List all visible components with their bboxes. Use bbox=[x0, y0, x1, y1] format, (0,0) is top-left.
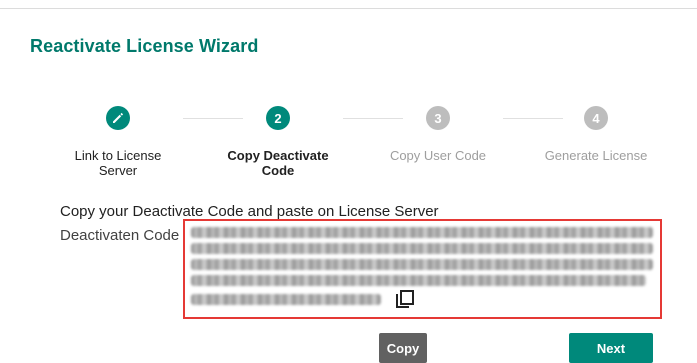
step-connector-2 bbox=[343, 118, 403, 119]
code-line-4 bbox=[191, 275, 646, 286]
step-2-indicator[interactable]: 2 bbox=[266, 106, 290, 130]
step-4-label-line1: Generate License bbox=[544, 148, 648, 163]
step-connector-1 bbox=[183, 118, 243, 119]
step-connector-3 bbox=[503, 118, 563, 119]
step-3-indicator[interactable]: 3 bbox=[426, 106, 450, 130]
step-3-number: 3 bbox=[434, 110, 442, 126]
copy-icon[interactable] bbox=[395, 289, 415, 309]
instruction-text: Copy your Deactivate Code and paste on L… bbox=[60, 203, 439, 220]
code-line-5 bbox=[191, 294, 381, 305]
deactivate-code-box[interactable] bbox=[183, 219, 662, 319]
code-line-3 bbox=[191, 259, 653, 270]
step-1-label-line2: Server bbox=[98, 163, 138, 178]
step-2-label-line2: Code bbox=[261, 163, 295, 178]
step-2-label-line1: Copy Deactivate bbox=[227, 148, 329, 163]
step-4-label[interactable]: Generate License bbox=[521, 148, 671, 163]
code-line-2 bbox=[191, 243, 653, 254]
step-3-label[interactable]: Copy User Code bbox=[363, 148, 513, 163]
step-3-label-line1: Copy User Code bbox=[389, 148, 487, 163]
page-title: Reactivate License Wizard bbox=[30, 36, 259, 56]
step-4-indicator[interactable]: 4 bbox=[584, 106, 608, 130]
step-1-label[interactable]: Link to License Server bbox=[43, 148, 193, 178]
next-button[interactable]: Next bbox=[569, 333, 653, 363]
code-line-1 bbox=[191, 227, 653, 238]
step-2-label[interactable]: Copy Deactivate Code bbox=[203, 148, 353, 178]
step-2-number: 2 bbox=[274, 110, 282, 126]
top-divider bbox=[0, 8, 697, 9]
pencil-icon bbox=[113, 112, 124, 123]
step-1-indicator[interactable] bbox=[106, 106, 130, 130]
step-4-number: 4 bbox=[592, 110, 600, 126]
copy-button[interactable]: Copy bbox=[379, 333, 427, 363]
deactivate-code-label: Deactivaten Code bbox=[60, 227, 180, 244]
step-1-label-line1: Link to License bbox=[74, 148, 162, 163]
